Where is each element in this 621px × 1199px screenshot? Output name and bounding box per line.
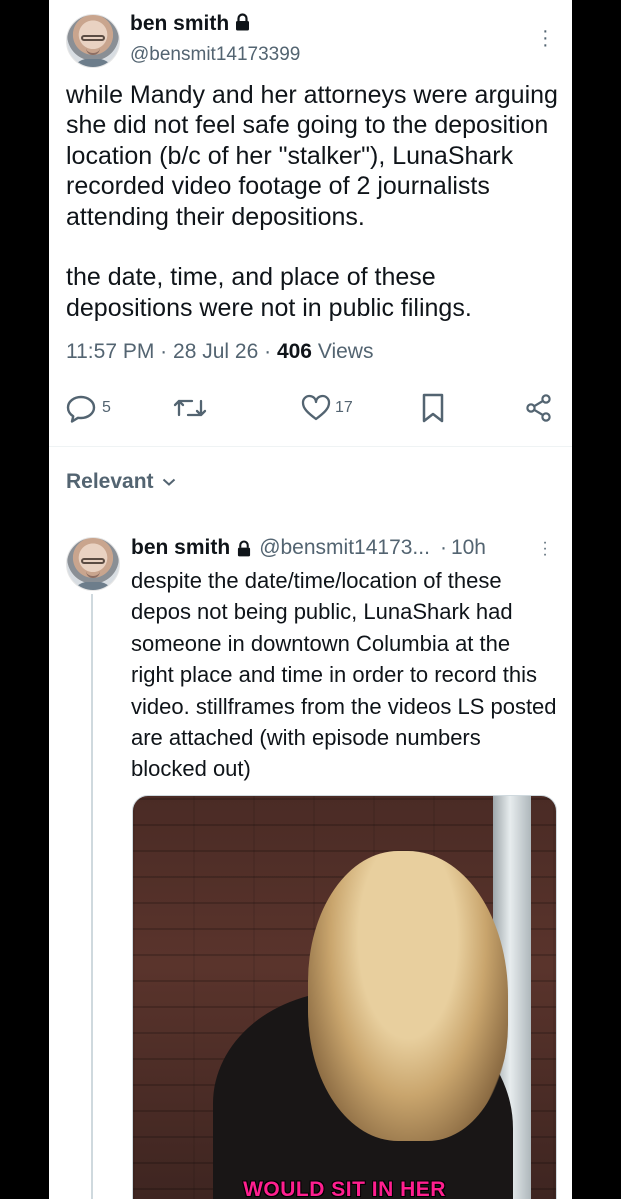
reply-author-avatar[interactable] bbox=[66, 537, 120, 591]
divider bbox=[49, 446, 572, 447]
thread-line bbox=[91, 594, 93, 1199]
reply-sort-label: Relevant bbox=[66, 470, 154, 493]
reply-count: 5 bbox=[102, 399, 111, 416]
retweet-icon bbox=[173, 399, 207, 417]
tweet-date[interactable]: 28 Jul 26 bbox=[173, 340, 258, 363]
bookmark-icon bbox=[422, 393, 444, 423]
retweet-button[interactable] bbox=[173, 395, 207, 421]
more-options-icon[interactable]: · · · bbox=[542, 21, 549, 55]
like-icon bbox=[301, 394, 331, 421]
share-button[interactable] bbox=[525, 394, 553, 422]
bookmark-button[interactable] bbox=[421, 393, 445, 423]
author-handle[interactable]: @bensmit14173399 bbox=[130, 44, 300, 66]
reply-sort-dropdown[interactable]: Relevant bbox=[66, 470, 176, 494]
tweet-thread-screen: ben smith @bensmit14173399 · · · while Man… bbox=[49, 0, 572, 1199]
reply-text: despite the date/time/location of these … bbox=[131, 568, 563, 782]
tweet-text: while Mandy and her attorneys were argui… bbox=[66, 81, 558, 322]
like-button[interactable]: 17 bbox=[301, 394, 353, 422]
author-avatar[interactable] bbox=[66, 14, 120, 68]
reply-button[interactable]: 5 bbox=[66, 393, 111, 423]
tweet-meta: 11:57 PM · 28 Jul 26 · 406 Views bbox=[66, 340, 374, 363]
chevron-down-icon bbox=[162, 478, 175, 486]
views-label: Views bbox=[317, 340, 374, 363]
author-name[interactable]: ben smith bbox=[130, 12, 250, 36]
media-caption: WOULD SIT IN HER bbox=[243, 1178, 446, 1199]
lock-icon bbox=[236, 13, 250, 31]
reply-author-handle[interactable]: @bensmit14173... bbox=[259, 536, 430, 560]
reply-timestamp[interactable]: 10h bbox=[451, 536, 486, 560]
reply-media-image[interactable]: WOULD SIT IN HER bbox=[132, 795, 557, 1199]
like-count: 17 bbox=[335, 399, 353, 416]
tweet-time[interactable]: 11:57 PM bbox=[66, 340, 154, 363]
share-icon bbox=[526, 394, 551, 422]
reply-header: ben smith @bensmit14173... · 10h bbox=[131, 536, 486, 560]
reply-icon bbox=[66, 395, 96, 423]
views-count: 406 bbox=[276, 340, 312, 363]
reply-author-name[interactable]: ben smith bbox=[131, 536, 230, 560]
reply-more-options-icon[interactable]: · · · bbox=[542, 535, 548, 563]
lock-icon bbox=[238, 539, 251, 556]
